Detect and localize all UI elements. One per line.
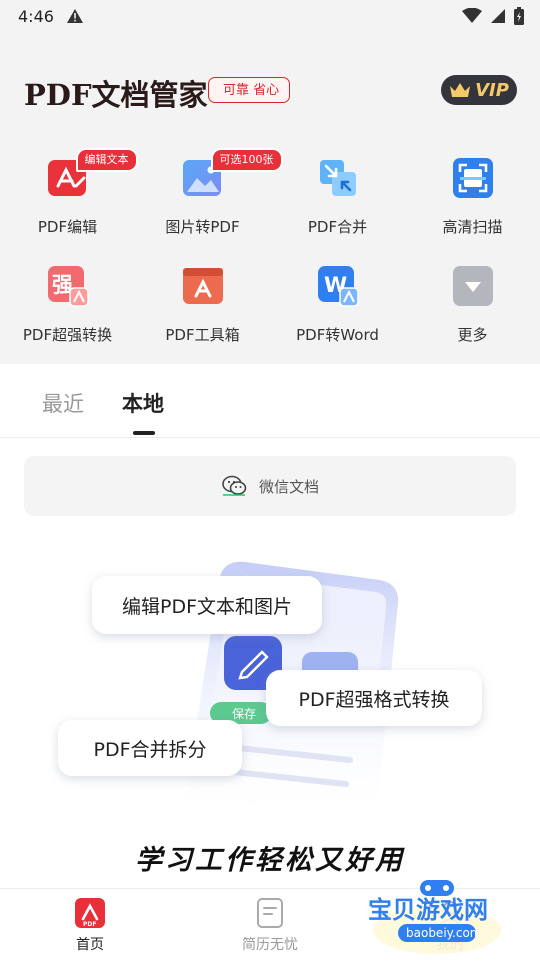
wechat-icon (222, 475, 247, 496)
scan-icon (452, 158, 493, 198)
wechat-docs-button[interactable]: 微信文档 (24, 456, 516, 516)
tool-pdf-to-word[interactable]: W PDF转Word (270, 250, 405, 360)
status-time: 4:46 (18, 7, 54, 26)
home-pdf-icon: PDF (75, 898, 105, 928)
battery-icon (514, 7, 524, 25)
pdf-merge-icon (319, 160, 356, 196)
nav-resume[interactable]: 简历无忧 (180, 889, 360, 961)
warning-icon (67, 9, 83, 23)
wechat-docs-label: 微信文档 (258, 477, 319, 496)
bubble-merge: PDF合并拆分 (58, 720, 242, 776)
tagline-badge: 可靠 省心 (208, 77, 291, 103)
tool-label: 更多 (457, 326, 488, 344)
svg-text:PDF: PDF (83, 921, 96, 928)
tool-label: PDF合并 (307, 218, 368, 236)
nav-home-label: 首页 (76, 937, 104, 953)
save-chip: 保存 (232, 707, 256, 721)
vip-button[interactable]: VIP (441, 75, 517, 105)
resume-icon (257, 898, 283, 928)
nav-resume-label: 简历无忧 (242, 937, 298, 953)
more-icon (452, 266, 493, 306)
watermark-title: 宝贝游戏网 (368, 896, 488, 924)
tool-pdf-edit[interactable]: 编辑文本 PDF编辑 (0, 142, 138, 252)
tool-pdf-toolbox[interactable]: PDF工具箱 (135, 250, 270, 360)
slogan: 学习工作轻松又好用 (135, 845, 405, 876)
tool-label: PDF转Word (296, 326, 379, 344)
divider (0, 437, 540, 438)
tool-badge-edit-text: 编辑文本 (75, 148, 138, 172)
tool-label: PDF工具箱 (165, 326, 240, 344)
watermark-logo: 宝贝游戏网 baobeiy.com (368, 880, 501, 954)
tab-indicator (133, 431, 155, 435)
nav-home[interactable]: PDF 首页 (0, 889, 180, 961)
tool-pdf-convert[interactable]: 强 PDF超强转换 (0, 250, 135, 360)
signal-icon (491, 9, 505, 23)
bubble-edit: 编辑PDF文本和图片 (92, 576, 322, 634)
tool-image-to-pdf[interactable]: 可选100张 图片转PDF (135, 142, 283, 252)
tool-pdf-merge[interactable]: PDF合并 (270, 142, 405, 252)
status-icons (462, 7, 524, 25)
tool-more[interactable]: 更多 (405, 250, 540, 360)
tool-label: PDF编辑 (37, 218, 98, 236)
watermark-url: baobeiy.com (406, 926, 481, 940)
crown-icon (450, 83, 471, 97)
tool-label: 高清扫描 (442, 218, 503, 236)
pdf-toolbox-icon (182, 268, 223, 304)
wifi-icon (462, 8, 482, 23)
bubble-convert: PDF超强格式转换 (266, 670, 482, 726)
tab-local[interactable]: 本地 (122, 388, 164, 418)
pdf-to-word-icon: W (317, 266, 359, 307)
tool-label: PDF超强转换 (22, 326, 113, 344)
vip-label: VIP (475, 79, 509, 101)
tab-recent[interactable]: 最近 (42, 388, 84, 418)
tool-label: 图片转PDF (165, 218, 240, 236)
tool-scan[interactable]: 高清扫描 (405, 142, 540, 252)
pdf-convert-icon: 强 (47, 266, 89, 307)
app-title: PDF文档管家 (24, 78, 208, 112)
